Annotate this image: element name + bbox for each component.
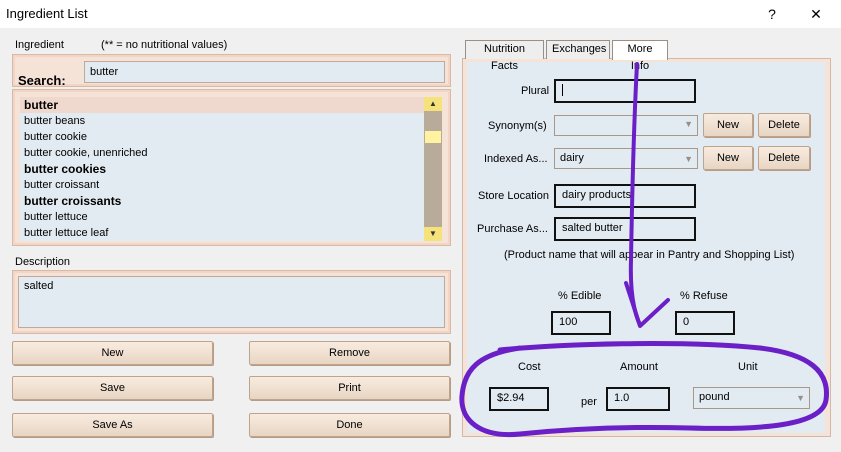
tab-more-info[interactable]: More Info bbox=[612, 40, 668, 72]
text-cursor bbox=[562, 84, 563, 97]
per-label: per bbox=[581, 396, 597, 408]
remove-button[interactable]: Remove bbox=[249, 341, 450, 365]
synonyms-delete-button[interactable]: Delete bbox=[758, 113, 810, 137]
ingredient-label: Ingredient bbox=[15, 39, 64, 51]
purchase-as-input[interactable]: salted butter bbox=[554, 217, 696, 241]
search-label: Search: bbox=[18, 73, 66, 88]
edible-label: % Edible bbox=[558, 290, 602, 302]
scroll-up-icon[interactable]: ▲ bbox=[424, 97, 442, 111]
list-item[interactable]: butter croissant bbox=[20, 177, 424, 193]
indexed-delete-button[interactable]: Delete bbox=[758, 146, 810, 170]
save-button[interactable]: Save bbox=[12, 376, 213, 400]
list-item[interactable]: butter lettuce leaf bbox=[20, 225, 424, 241]
help-button[interactable]: ? bbox=[757, 4, 787, 24]
nutrition-note: (** = no nutritional values) bbox=[101, 39, 228, 51]
window-title: Ingredient List bbox=[6, 6, 88, 21]
synonyms-new-button[interactable]: New bbox=[703, 113, 753, 137]
indexed-new-button[interactable]: New bbox=[703, 146, 753, 170]
refuse-label: % Refuse bbox=[680, 290, 728, 302]
close-button[interactable]: ✕ bbox=[801, 4, 831, 24]
scroll-thumb[interactable] bbox=[425, 131, 441, 143]
list-item[interactable]: butter cookie bbox=[20, 129, 424, 145]
new-button[interactable]: New bbox=[12, 341, 213, 365]
cost-label: Cost bbox=[518, 361, 541, 373]
plural-label: Plural bbox=[521, 85, 550, 97]
edible-input[interactable]: 100 bbox=[551, 311, 611, 335]
list-item[interactable]: butter croissants bbox=[20, 193, 424, 209]
list-item[interactable]: butter beans bbox=[20, 113, 424, 129]
save-as-button[interactable]: Save As bbox=[12, 413, 213, 437]
done-button[interactable]: Done bbox=[249, 413, 450, 437]
list-item[interactable]: butter cookie, unenriched bbox=[20, 145, 424, 161]
tab-nutrition-facts[interactable]: Nutrition Facts bbox=[465, 40, 544, 72]
chevron-down-icon: ▼ bbox=[684, 154, 693, 164]
amount-input[interactable]: 1.0 bbox=[606, 387, 670, 411]
ingredient-list[interactable]: butter butter beans butter cookie butter… bbox=[20, 97, 424, 241]
indexed-as-select[interactable]: dairy ▼ bbox=[554, 148, 698, 169]
list-item[interactable]: butter lettuce bbox=[20, 209, 424, 225]
purchase-as-label: Purchase As... bbox=[477, 223, 548, 235]
amount-label: Amount bbox=[620, 361, 658, 373]
print-button[interactable]: Print bbox=[249, 376, 450, 400]
refuse-input[interactable]: 0 bbox=[675, 311, 735, 335]
list-scrollbar[interactable]: ▲ ▼ bbox=[424, 97, 442, 241]
list-item[interactable]: butter bbox=[20, 97, 424, 113]
store-location-label: Store Location bbox=[478, 190, 549, 202]
unit-label: Unit bbox=[738, 361, 758, 373]
description-field[interactable]: salted bbox=[18, 276, 445, 328]
list-item[interactable]: butter cookies bbox=[20, 161, 424, 177]
title-bar: Ingredient List ? ✕ bbox=[0, 0, 841, 28]
chevron-down-icon: ▼ bbox=[684, 119, 693, 129]
store-location-input[interactable]: dairy products bbox=[554, 184, 696, 208]
cost-input[interactable]: $2.94 bbox=[489, 387, 549, 411]
description-label: Description bbox=[15, 256, 71, 268]
indexed-as-label: Indexed As... bbox=[484, 153, 548, 165]
purchase-note: (Product name that will appear in Pantry… bbox=[504, 249, 795, 261]
synonyms-select[interactable]: ▼ bbox=[554, 115, 698, 136]
chevron-down-icon: ▼ bbox=[796, 393, 805, 403]
synonyms-label: Synonym(s) bbox=[488, 120, 547, 132]
scroll-down-icon[interactable]: ▼ bbox=[424, 227, 442, 241]
plural-input[interactable] bbox=[554, 79, 696, 103]
tab-exchanges[interactable]: Exchanges bbox=[546, 40, 610, 59]
search-input[interactable]: butter bbox=[84, 61, 445, 83]
unit-select[interactable]: pound ▼ bbox=[693, 387, 810, 409]
